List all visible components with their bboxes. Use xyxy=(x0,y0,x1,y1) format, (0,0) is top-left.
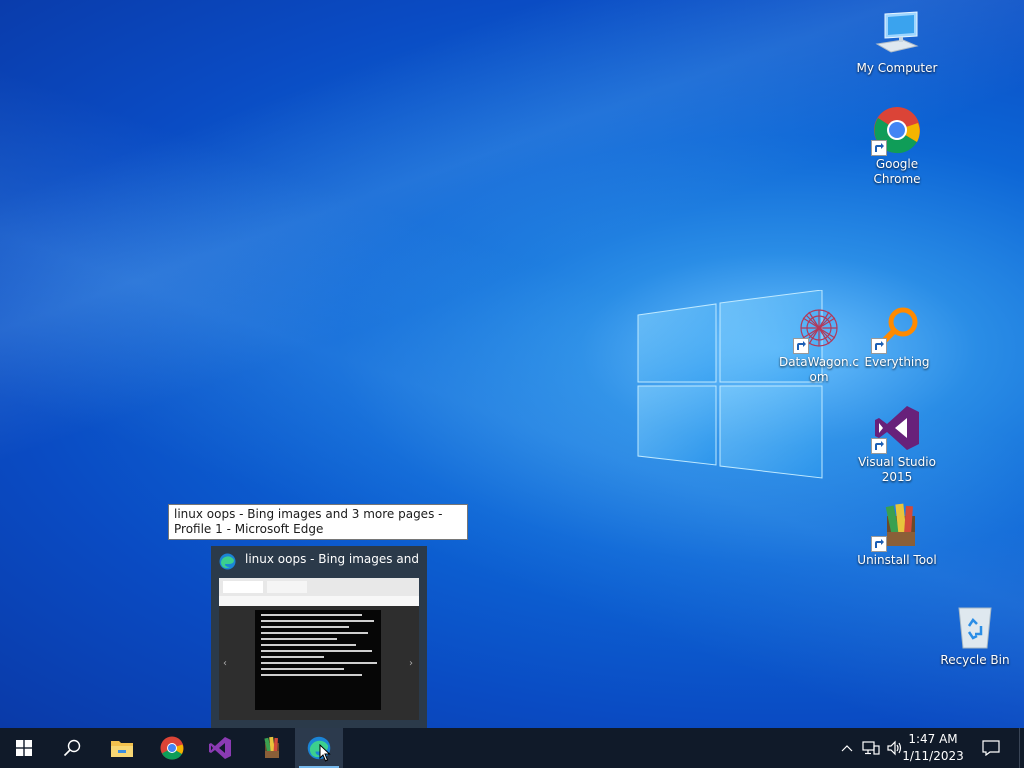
taskbar: 1:47 AM 1/11/2023 xyxy=(0,728,1024,768)
shortcut-arrow-icon xyxy=(793,338,809,354)
taskbar-tooltip: linux oops - Bing images and 3 more page… xyxy=(168,504,468,540)
start-button[interactable] xyxy=(0,728,48,768)
chrome-icon xyxy=(871,106,921,156)
edge-icon xyxy=(219,553,236,570)
desktop-icon-label: Visual Studio 2015 xyxy=(858,455,936,484)
taskbar-edge[interactable] xyxy=(295,728,343,768)
network-button[interactable] xyxy=(860,728,882,768)
monitor-icon xyxy=(873,10,921,58)
thumbnail-tab xyxy=(267,581,307,593)
thumbnail-next-arrow-icon: › xyxy=(409,658,413,669)
show-desktop-button[interactable] xyxy=(1019,728,1024,768)
shortcut-arrow-icon xyxy=(871,338,887,354)
search-button[interactable] xyxy=(48,728,96,768)
notification-icon xyxy=(982,740,1000,756)
desktop-icon-my-computer[interactable]: My Computer xyxy=(854,10,940,76)
thumbnail-terminal xyxy=(255,610,381,710)
taskbar-file-explorer[interactable] xyxy=(98,728,146,768)
taskbar-uninstall-tool[interactable] xyxy=(246,728,294,768)
desktop-icon-label: Recycle Bin xyxy=(940,653,1010,667)
preview-title: linux oops - Bing images and 3 ... xyxy=(245,552,421,566)
taskbar-chrome[interactable] xyxy=(148,728,196,768)
start-icon xyxy=(16,740,32,756)
visual-studio-icon xyxy=(209,737,231,759)
desktop-icon-google-chrome[interactable]: Google Chrome xyxy=(854,106,940,187)
clock-time: 1:47 AM xyxy=(908,732,958,746)
desktop-icon-label: Google Chrome xyxy=(873,157,921,186)
shortcut-arrow-icon xyxy=(871,438,887,454)
chevron-up-icon xyxy=(841,745,853,752)
chrome-icon xyxy=(160,736,184,760)
recycle-bin-icon xyxy=(951,602,999,650)
clock[interactable]: 1:47 AM 1/11/2023 xyxy=(898,731,968,765)
show-hidden-icons-button[interactable] xyxy=(838,728,856,768)
desktop-icon-recycle-bin[interactable]: Recycle Bin xyxy=(932,602,1018,668)
shortcut-arrow-icon xyxy=(871,140,887,156)
desktop-icon-visual-studio[interactable]: Visual Studio 2015 xyxy=(854,404,940,485)
thumbnail-prev-arrow-icon: ‹ xyxy=(223,658,227,669)
action-center-button[interactable] xyxy=(978,728,1004,768)
desktop: My Computer Google Chrome DataWagon.com … xyxy=(0,0,1024,728)
thumbnail-tab xyxy=(223,581,263,593)
file-explorer-icon xyxy=(111,741,133,757)
desktop-icon-label: DataWagon.com xyxy=(778,355,860,384)
search-icon xyxy=(63,739,81,757)
desktop-icon-uninstall-tool[interactable]: Uninstall Tool xyxy=(854,502,940,568)
magnifier-icon xyxy=(871,304,921,354)
datawagon-logo-icon xyxy=(793,304,843,354)
visual-studio-icon xyxy=(871,404,921,454)
taskbar-thumbnail-preview[interactable]: linux oops - Bing images and 3 ... ‹ xyxy=(211,546,427,728)
desktop-icon-label: Uninstall Tool xyxy=(857,553,937,567)
desktop-icon-everything[interactable]: Everything xyxy=(854,304,940,370)
desktop-icon-label: My Computer xyxy=(856,61,938,75)
preview-thumbnail-image[interactable]: ‹ › xyxy=(219,578,419,720)
mouse-cursor-icon xyxy=(319,744,331,762)
taskbar-visual-studio[interactable] xyxy=(196,728,244,768)
uninstall-tool-icon xyxy=(264,736,279,758)
shortcut-arrow-icon xyxy=(871,536,887,552)
network-icon xyxy=(862,741,880,755)
desktop-icon-datawagon[interactable]: DataWagon.com xyxy=(776,304,862,385)
uninstall-tool-icon xyxy=(871,502,921,552)
thumbnail-address-bar xyxy=(219,596,419,606)
desktop-icon-label: Everything xyxy=(864,355,930,369)
clock-date: 1/11/2023 xyxy=(902,749,964,763)
